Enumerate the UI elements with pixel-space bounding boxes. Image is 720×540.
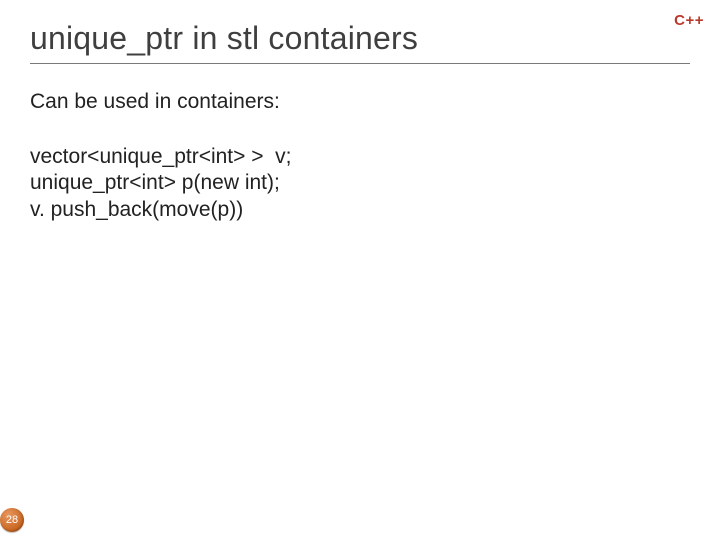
slide-title: unique_ptr in stl containers [30,20,690,57]
page-number: 28 [6,514,18,526]
cpp-logo-badge: C++ [674,12,704,29]
code-block: vector<unique_ptr<int> > v; unique_ptr<i… [30,144,690,223]
page-number-badge: 28 [0,508,24,532]
slide: C++ unique_ptr in stl containers Can be … [0,0,720,540]
code-line-2: unique_ptr<int> p(new int); [30,170,690,196]
code-line-3: v. push_back(move(p)) [30,197,690,223]
slide-subtitle: Can be used in containers: [30,90,690,114]
code-line-1: vector<unique_ptr<int> > v; [30,144,690,170]
title-underline [30,63,690,64]
